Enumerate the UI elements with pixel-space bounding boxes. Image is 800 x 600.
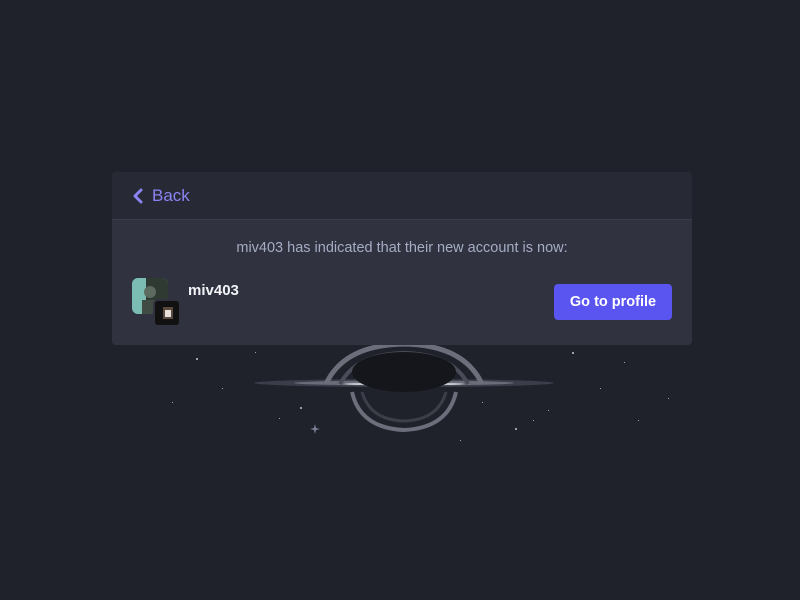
card-body: miv403 has indicated that their new acco… [112, 220, 692, 345]
page: Back miv403 has indicated that their new… [0, 0, 800, 600]
moved-account-message: miv403 has indicated that their new acco… [236, 240, 568, 256]
chevron-left-icon [132, 188, 144, 204]
account-username[interactable]: miv403 [188, 282, 239, 299]
card-header: Back [112, 172, 692, 220]
go-to-profile-button[interactable]: Go to profile [554, 284, 672, 320]
avatar-group[interactable] [132, 278, 181, 327]
back-label: Back [152, 185, 190, 205]
avatar-overlay [153, 299, 181, 327]
back-button[interactable]: Back [132, 186, 190, 206]
